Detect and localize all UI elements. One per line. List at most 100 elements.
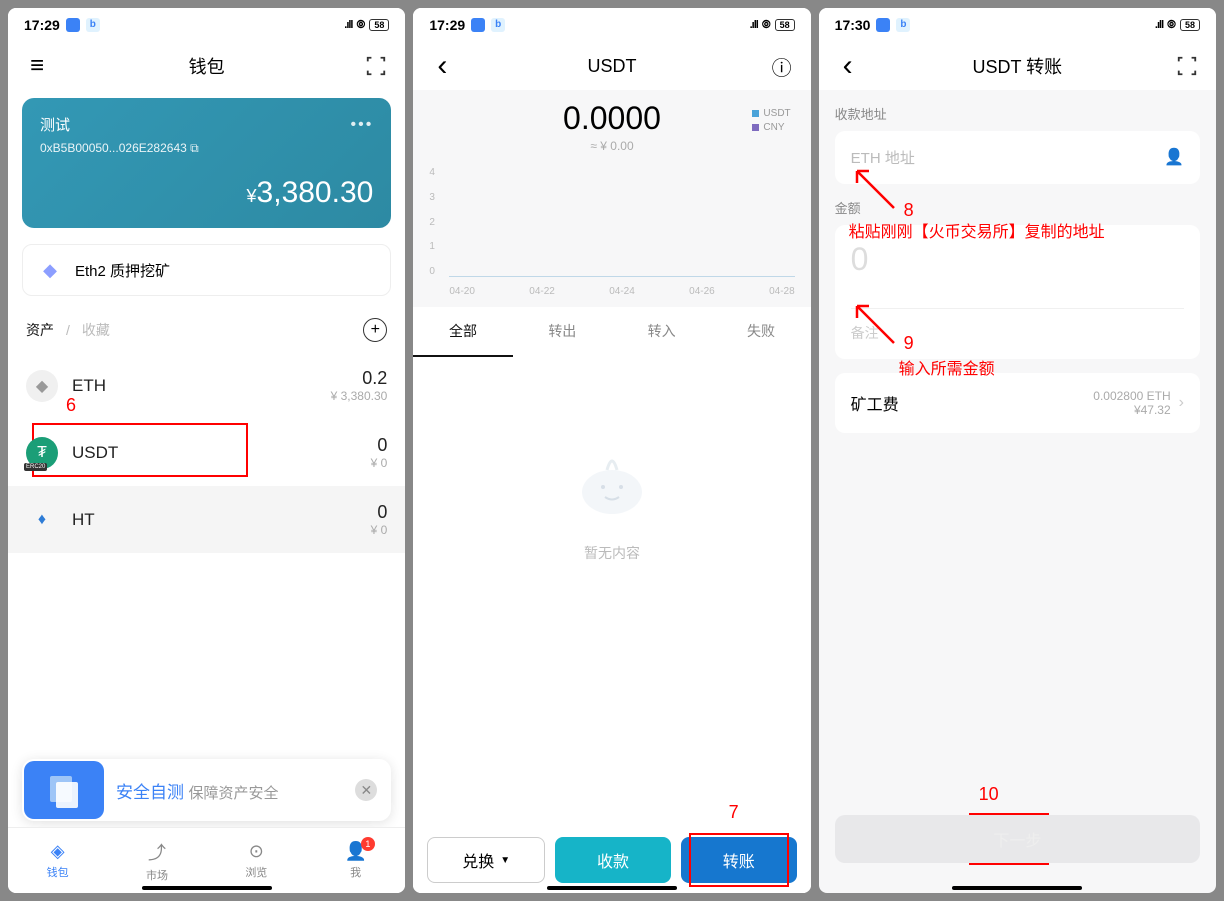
- next-button[interactable]: 下一步: [835, 815, 1200, 863]
- action-bar: 兑换▼ 收款 转账: [413, 827, 810, 883]
- eth-diamond-icon: ◆: [39, 259, 61, 281]
- token-fiat: ≈ ¥ 0.00: [429, 139, 794, 153]
- ht-icon: ♦: [26, 504, 58, 536]
- tab-browse[interactable]: ⊙浏览: [207, 828, 306, 893]
- home-indicator: [547, 886, 677, 890]
- exchange-button[interactable]: 兑换▼: [427, 837, 545, 883]
- header: 钱包: [8, 42, 405, 90]
- promo-title: 安全自测: [116, 783, 184, 802]
- dropdown-icon: ▼: [500, 855, 510, 866]
- note-input[interactable]: 备注: [851, 308, 1184, 343]
- tx-tab-all[interactable]: 全部: [413, 307, 512, 357]
- address-placeholder: ETH 地址: [851, 150, 915, 167]
- wallet-balance: ¥3,380.30: [40, 176, 373, 210]
- home-indicator: [952, 886, 1082, 890]
- battery-icon: 58: [369, 19, 389, 31]
- add-asset-icon[interactable]: +: [363, 318, 387, 342]
- tx-tab-failed[interactable]: 失败: [711, 307, 810, 357]
- promo-card[interactable]: 安全自测 保障资产安全 ✕: [22, 759, 391, 821]
- coin-symbol: HT: [72, 510, 95, 530]
- fee-label: 矿工费: [851, 391, 899, 415]
- transaction-tabs: 全部 转出 转入 失败: [413, 307, 810, 357]
- wallet-name: 测试: [40, 114, 373, 135]
- info-icon[interactable]: [769, 53, 795, 79]
- tab-wallet[interactable]: ◈钱包: [8, 828, 107, 893]
- close-icon[interactable]: ✕: [355, 779, 377, 801]
- coin-fiat: ¥ 3,380.30: [331, 389, 388, 403]
- market-icon: ⤴: [148, 839, 166, 865]
- eth-icon: ◆: [26, 370, 58, 402]
- battery-icon: 58: [775, 19, 795, 31]
- tx-tab-out[interactable]: 转出: [513, 307, 612, 357]
- promo-icon: [24, 761, 104, 819]
- asset-section-tabs: 资产 / 收藏 +: [8, 304, 405, 352]
- asset-row-ht[interactable]: ♦ HT 0 ¥ 0: [8, 486, 405, 553]
- badge-count: 1: [361, 837, 375, 851]
- wifi-icon: ⦾: [357, 19, 366, 32]
- status-time: 17:30: [835, 17, 871, 33]
- wifi-icon: ⦾: [762, 19, 771, 32]
- fee-row[interactable]: 矿工费 0.002800 ETH ¥47.32 ›: [835, 373, 1200, 433]
- tab-market[interactable]: ⤴市场: [107, 828, 206, 893]
- receive-button[interactable]: 收款: [555, 837, 671, 883]
- status-bar: 17:30 b ⦾ 58: [819, 8, 1216, 42]
- amount-input-card: 0 备注: [835, 225, 1200, 359]
- profile-icon: 👤1: [344, 841, 366, 862]
- wallet-address: 0xB5B00050...026E282643 ⧉: [40, 141, 373, 156]
- back-icon[interactable]: [835, 53, 861, 79]
- chart-line: [449, 276, 794, 277]
- status-time: 17:29: [24, 17, 60, 33]
- scan-icon[interactable]: [363, 53, 389, 79]
- status-app-icon: [876, 18, 890, 32]
- wifi-icon: ⦾: [1167, 19, 1176, 32]
- tx-tab-in[interactable]: 转入: [612, 307, 711, 357]
- status-bar: 17:29 b ⦾ 58: [8, 8, 405, 42]
- signal-icon: [344, 19, 352, 31]
- contact-icon[interactable]: 👤: [1164, 147, 1184, 167]
- eth2-label: Eth2 质押挖矿: [75, 260, 170, 281]
- status-bar: 17:29 b ⦾ 58: [413, 8, 810, 42]
- address-input[interactable]: ETH 地址 👤: [835, 131, 1200, 184]
- page-title: USDT: [455, 56, 768, 77]
- status-b-icon: b: [896, 18, 910, 32]
- empty-state: 暂无内容: [413, 357, 810, 893]
- chart-legend: USDT CNY: [752, 108, 790, 136]
- back-icon[interactable]: [429, 53, 455, 79]
- coin-balance: 0: [371, 502, 388, 523]
- menu-icon[interactable]: [24, 53, 50, 79]
- status-app-icon: [66, 18, 80, 32]
- coin-fiat: ¥ 0: [371, 523, 388, 537]
- scan-icon[interactable]: [1174, 53, 1200, 79]
- amount-input[interactable]: 0: [851, 241, 1184, 278]
- transfer-button[interactable]: 转账: [681, 837, 797, 883]
- wallet-card[interactable]: ••• 测试 0xB5B00050...026E282643 ⧉ ¥3,380.…: [22, 98, 391, 228]
- legend-cny-swatch: [752, 124, 759, 131]
- eth2-staking-row[interactable]: ◆ Eth2 质押挖矿: [22, 244, 391, 296]
- asset-row-usdt[interactable]: ₮ USDT 0 ¥ 0: [8, 419, 405, 486]
- coin-symbol: ETH: [72, 376, 106, 396]
- wallet-icon: ◈: [51, 841, 65, 862]
- screen-usdt-detail: 17:29 b ⦾ 58 USDT 0.0000 ≈ ¥ 0.00 USDT C…: [413, 8, 810, 893]
- asset-row-eth[interactable]: ◆ ETH 0.2 ¥ 3,380.30: [8, 352, 405, 419]
- promo-subtitle: 保障资产安全: [188, 785, 278, 802]
- fee-fiat: ¥47.32: [1093, 403, 1170, 417]
- annotation-10: 10: [979, 784, 999, 805]
- coin-balance: 0: [371, 435, 388, 456]
- chevron-right-icon: ›: [1179, 394, 1184, 412]
- empty-text: 暂无内容: [413, 543, 810, 563]
- status-time: 17:29: [429, 17, 465, 33]
- tab-assets[interactable]: 资产: [26, 320, 54, 340]
- coin-balance: 0.2: [331, 368, 388, 389]
- status-app-icon: [471, 18, 485, 32]
- wallet-more-icon[interactable]: •••: [351, 116, 374, 134]
- screen-transfer: 17:30 b ⦾ 58 USDT 转账 收款地址 ETH 地址 👤 8 粘贴刚…: [819, 8, 1216, 893]
- coin-symbol: USDT: [72, 443, 118, 463]
- legend-usdt-swatch: [752, 110, 759, 117]
- usdt-icon: ₮: [26, 437, 58, 469]
- header: USDT: [413, 42, 810, 90]
- tab-favorites[interactable]: 收藏: [82, 320, 110, 340]
- tab-me[interactable]: 👤1我: [306, 828, 405, 893]
- status-b-icon: b: [491, 18, 505, 32]
- screen-wallet: 17:29 b ⦾ 58 钱包 ••• 测试 0xB5B00050...026E…: [8, 8, 405, 893]
- label-address: 收款地址: [835, 104, 1200, 123]
